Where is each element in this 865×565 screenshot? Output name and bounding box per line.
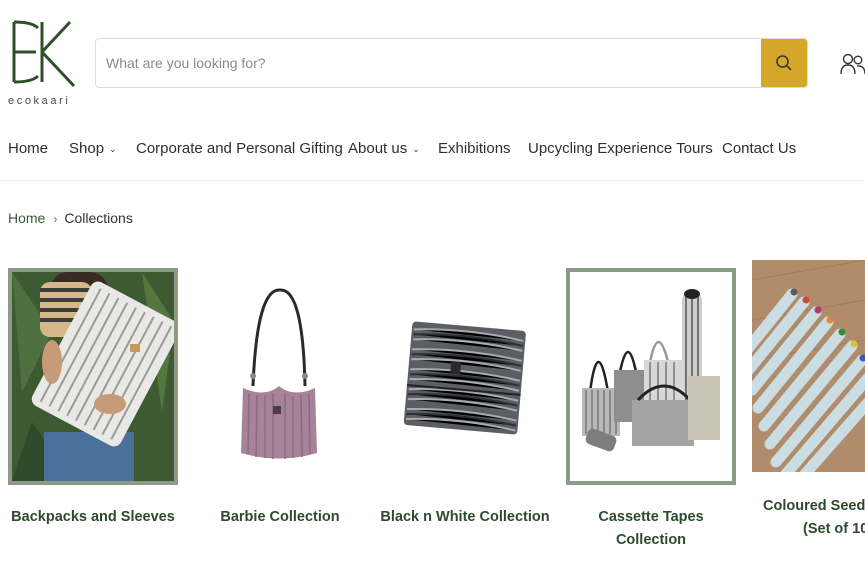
nav-item-corporate-gifting[interactable]: Corporate and Personal Gifting xyxy=(136,140,343,157)
collection-title[interactable]: Cassette Tapes Collection xyxy=(566,506,736,552)
collection-image[interactable] xyxy=(8,268,178,485)
black-white-clutch-photo xyxy=(403,321,526,435)
chevron-down-icon: ⌄ xyxy=(412,144,420,154)
nav-label: Exhibitions xyxy=(438,140,511,157)
account-icon[interactable] xyxy=(840,52,865,76)
nav-item-shop[interactable]: Shop ⌄ xyxy=(69,140,117,157)
search-icon xyxy=(776,55,792,71)
nav-label: Shop xyxy=(69,140,105,157)
collection-title[interactable]: Barbie Collection xyxy=(195,506,365,529)
breadcrumb-home-link[interactable]: Home xyxy=(8,210,45,226)
main-navigation: Home Shop ⌄ Corporate and Personal Giftin… xyxy=(0,128,865,168)
cassette-tape-bags-photo xyxy=(582,289,720,452)
collection-card[interactable]: Backpacks and Sleeves xyxy=(8,268,178,528)
collection-title[interactable]: Backpacks and Sleeves xyxy=(8,506,178,529)
chevron-down-icon: ⌄ xyxy=(109,144,117,154)
search-input[interactable] xyxy=(96,39,761,87)
collection-image[interactable] xyxy=(195,268,365,485)
header-divider xyxy=(0,180,865,181)
collection-title-line: (Set of 10 xyxy=(803,521,865,537)
logo-wordmark: ecokaari xyxy=(8,95,71,107)
site-header: ecokaari xyxy=(0,0,865,110)
collection-card[interactable]: Coloured Seed P (Set of 10 xyxy=(752,260,865,537)
collection-card[interactable]: Black n White Collection xyxy=(380,268,550,528)
nav-item-contact-us[interactable]: Contact Us xyxy=(722,140,796,157)
barbie-bag-photo xyxy=(241,288,317,459)
nav-item-about-us[interactable]: About us ⌄ xyxy=(348,140,420,157)
breadcrumb-separator-icon: › xyxy=(53,212,58,226)
nav-label: Upcycling Experience Tours xyxy=(528,140,713,157)
nav-label: Contact Us xyxy=(722,140,797,157)
backpack-sleeve-photo xyxy=(12,272,174,481)
seed-pencils-photo xyxy=(752,260,865,472)
nav-item-exhibitions[interactable]: Exhibitions xyxy=(438,140,511,157)
nav-item-home[interactable]: Home xyxy=(8,140,48,157)
collection-card[interactable]: Cassette Tapes Collection xyxy=(566,268,736,548)
nav-label: Corporate and Personal Gifting xyxy=(136,140,343,157)
collection-card[interactable]: Barbie Collection xyxy=(195,268,365,528)
search-bar xyxy=(95,38,808,88)
collection-title[interactable]: Black n White Collection xyxy=(380,506,550,529)
nav-item-upcycling-tours[interactable]: Upcycling Experience Tours xyxy=(528,140,713,157)
breadcrumb-current: Collections xyxy=(64,210,133,226)
nav-label: About us xyxy=(348,140,408,157)
nav-label: Home xyxy=(8,140,49,157)
collection-title[interactable]: Coloured Seed P (Set of 10 xyxy=(763,495,865,541)
collection-title-line: Coloured Seed P xyxy=(763,498,865,514)
collection-image[interactable] xyxy=(566,268,736,485)
collection-image[interactable] xyxy=(380,268,550,485)
search-button[interactable] xyxy=(761,39,807,87)
breadcrumb: Home › Collections xyxy=(8,210,133,226)
collection-image[interactable] xyxy=(752,260,865,472)
